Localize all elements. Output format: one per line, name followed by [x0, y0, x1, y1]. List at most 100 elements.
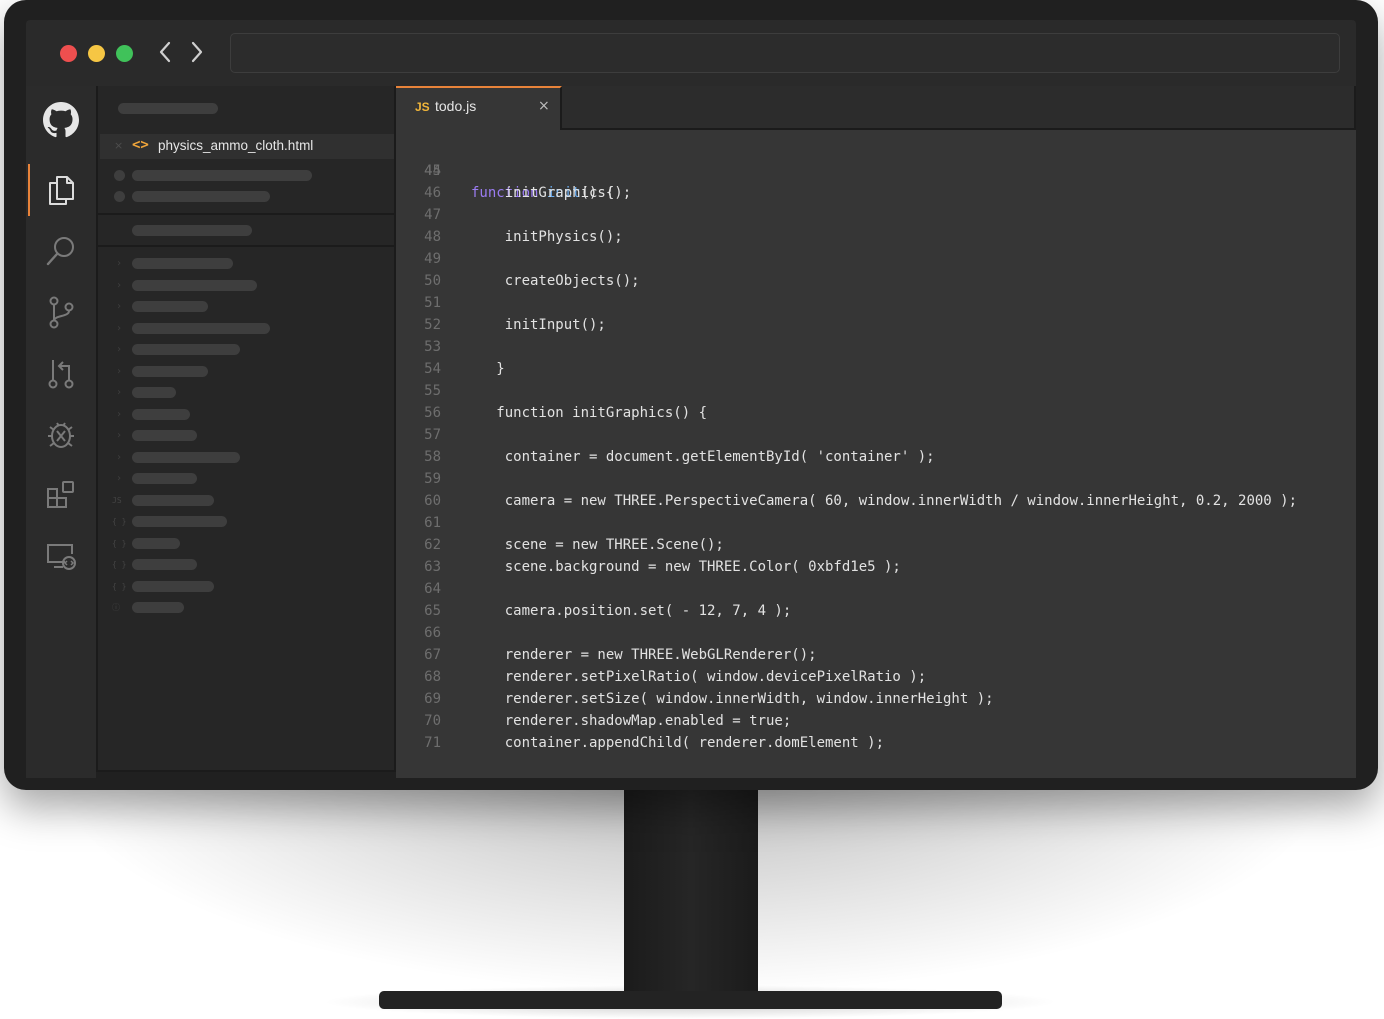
pull-request-icon: [48, 360, 74, 389]
code-line: 47: [396, 204, 1356, 226]
code-text: initPhysics();: [471, 229, 623, 245]
monitor-stand-neck: [624, 788, 758, 994]
tree-item-placeholder[interactable]: [132, 301, 208, 312]
chevron-right-icon: ›: [116, 344, 123, 355]
tree-item-placeholder[interactable]: [132, 495, 214, 506]
tree-item-placeholder[interactable]: [132, 280, 257, 291]
placeholder-bar: [132, 191, 270, 202]
minimize-window-button[interactable]: [88, 45, 105, 62]
tree-item-placeholder[interactable]: [132, 409, 190, 420]
chevron-right-icon: ›: [116, 430, 123, 441]
activity-github[interactable]: [26, 94, 96, 146]
line-number: 64: [424, 581, 441, 597]
line-number: 61: [424, 515, 441, 531]
activity-extensions[interactable]: [26, 469, 96, 521]
code-text: camera = new THREE.PerspectiveCamera( 60…: [471, 493, 1298, 509]
js-file-icon: JS: [415, 100, 430, 114]
code-line: 66: [396, 622, 1356, 644]
code-line: 67 renderer = new THREE.WebGLRenderer();: [396, 644, 1356, 666]
line-number: 63: [424, 559, 441, 575]
tree-item-placeholder[interactable]: [132, 559, 197, 570]
placeholder-dot: [114, 191, 125, 202]
tree-item-placeholder[interactable]: [132, 258, 233, 269]
close-window-button[interactable]: [60, 45, 77, 62]
chevron-right-icon: [191, 41, 203, 63]
tree-item-placeholder[interactable]: [132, 538, 180, 549]
open-file-name: physics_ammo_cloth.html: [158, 138, 314, 153]
chevron-left-icon: [159, 41, 171, 63]
tree-item-placeholder[interactable]: [132, 602, 184, 613]
activity-search[interactable]: [26, 225, 96, 277]
code-text: createObjects();: [471, 273, 640, 289]
tree-item-placeholder[interactable]: [132, 430, 197, 441]
monitor-stand-base: [379, 991, 1002, 1009]
json-file-icon: { }: [112, 517, 127, 526]
chevron-right-icon: ›: [116, 387, 123, 398]
line-number: 68: [424, 669, 441, 685]
code-line: 63 scene.background = new THREE.Color( 0…: [396, 556, 1356, 578]
code-line: 59: [396, 468, 1356, 490]
tree-item-placeholder[interactable]: [132, 516, 227, 527]
code-text: renderer.shadowMap.enabled = true;: [471, 713, 792, 729]
code-editor[interactable]: 44 function init() { 45 46 initGraphics(…: [396, 130, 1356, 778]
code-text: function initGraphics() {: [471, 405, 708, 421]
code-line: 61: [396, 512, 1356, 534]
line-number: 55: [424, 383, 441, 399]
code-line: 71 container.appendChild( renderer.domEl…: [396, 732, 1356, 754]
placeholder-bar: [132, 170, 312, 181]
line-number: 67: [424, 647, 441, 663]
chevron-right-icon: ›: [116, 452, 123, 463]
code-line: 55: [396, 380, 1356, 402]
line-number: 65: [424, 603, 441, 619]
json-file-icon: { }: [112, 582, 127, 591]
activity-explorer[interactable]: [26, 164, 96, 216]
open-editor-item[interactable]: × <> physics_ammo_cloth.html: [100, 134, 394, 159]
code-line: 51: [396, 292, 1356, 314]
code-line: 48 initPhysics();: [396, 226, 1356, 248]
close-icon[interactable]: ×: [538, 98, 550, 114]
code-line: 58 container = document.getElementById( …: [396, 446, 1356, 468]
line-number: 71: [424, 735, 441, 751]
line-number: 58: [424, 449, 441, 465]
tab-todo-js[interactable]: JS todo.js ×: [396, 86, 562, 130]
code-line: 44 function init() {: [396, 138, 1356, 201]
code-text: container = document.getElementById( 'co…: [471, 449, 935, 465]
chevron-right-icon: ›: [116, 409, 123, 420]
activity-debug[interactable]: [26, 408, 96, 460]
code-text: renderer.setPixelRatio( window.devicePix…: [471, 669, 927, 685]
address-bar[interactable]: [230, 33, 1340, 73]
code-line: 46 initGraphics();: [396, 182, 1356, 204]
json-file-icon: { }: [112, 560, 127, 569]
line-number: 46: [424, 185, 441, 201]
back-button[interactable]: [156, 39, 176, 65]
code-text: initInput();: [471, 317, 606, 333]
code-text: container.appendChild( renderer.domEleme…: [471, 735, 885, 751]
chevron-right-icon: ›: [116, 323, 123, 334]
tree-item-placeholder[interactable]: [132, 323, 270, 334]
source-control-icon: [49, 296, 74, 329]
code-line: 65 camera.position.set( - 12, 7, 4 );: [396, 600, 1356, 622]
code-line: 69 renderer.setSize( window.innerWidth, …: [396, 688, 1356, 710]
placeholder-bar: [132, 225, 252, 236]
activity-pull-requests[interactable]: [26, 347, 96, 399]
tree-item-placeholder[interactable]: [132, 344, 240, 355]
extensions-icon: [47, 481, 74, 508]
divider: [98, 245, 394, 247]
line-number: 45: [424, 163, 441, 179]
activity-bar: [26, 86, 96, 778]
info-file-icon: ⓘ: [112, 603, 120, 612]
placeholder-bar: [118, 103, 218, 114]
tree-item-placeholder[interactable]: [132, 387, 176, 398]
activity-source-control[interactable]: [26, 286, 96, 338]
close-editor-icon[interactable]: ×: [114, 139, 123, 152]
tree-item-placeholder[interactable]: [132, 473, 197, 484]
forward-button[interactable]: [186, 39, 206, 65]
tree-item-placeholder[interactable]: [132, 366, 208, 377]
maximize-window-button[interactable]: [116, 45, 133, 62]
tree-item-placeholder[interactable]: [132, 581, 214, 592]
code-line: 53: [396, 336, 1356, 358]
tree-item-placeholder[interactable]: [132, 452, 240, 463]
tab-label: todo.js: [435, 98, 477, 114]
line-number: 66: [424, 625, 441, 641]
activity-remote-explorer[interactable]: [26, 530, 96, 582]
